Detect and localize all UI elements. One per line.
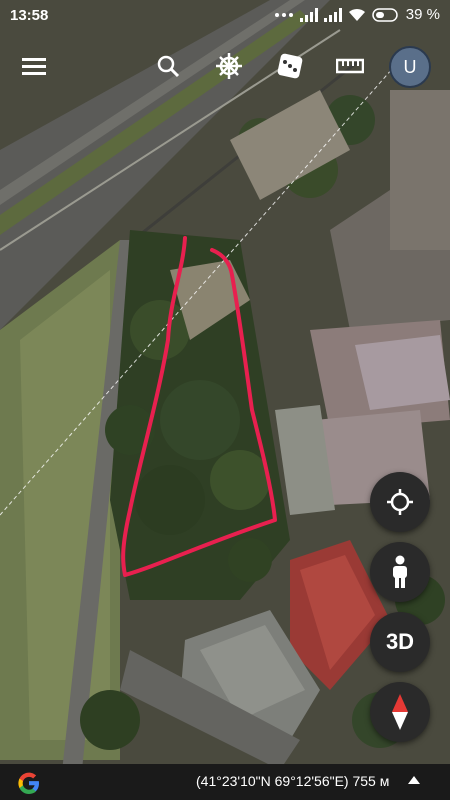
battery-icon [372, 7, 398, 22]
search-icon [157, 55, 180, 78]
feeling-lucky-button[interactable] [270, 46, 310, 86]
wifi-icon [348, 8, 365, 21]
street-view-button[interactable] [370, 542, 430, 602]
top-toolbar [0, 40, 450, 96]
signal-icon-2 [323, 7, 342, 22]
status-time: 13:58 [10, 7, 49, 24]
compass-icon [392, 694, 408, 730]
measure-button[interactable] [330, 46, 370, 86]
satellite-map[interactable] [0, 0, 450, 800]
google-logo-icon [18, 772, 39, 794]
search-button[interactable] [148, 46, 188, 86]
compass-button[interactable] [370, 682, 430, 742]
signal-icon [299, 7, 318, 22]
crosshair-icon [387, 489, 413, 515]
3d-toggle-button[interactable]: 3D [370, 612, 430, 672]
menu-icon [22, 58, 46, 75]
expand-arrow-icon[interactable] [408, 776, 420, 784]
pegman-icon [393, 555, 407, 588]
account-avatar[interactable]: U [389, 46, 431, 88]
menu-button[interactable] [14, 46, 54, 86]
status-bar: 13:58 39 % [0, 0, 450, 32]
dice-icon [277, 53, 303, 79]
bottom-info-bar: (41°23'10"N 69°12'56"E) 755 м [0, 764, 450, 800]
ruler-icon [336, 58, 364, 74]
status-indicators: 39 % [274, 6, 440, 23]
voyager-button[interactable] [209, 46, 249, 86]
notification-dots-icon [274, 12, 293, 17]
ship-wheel-icon [216, 53, 242, 79]
coordinates-readout: (41°23'10"N 69°12'56"E) 755 м [196, 773, 390, 789]
my-location-button[interactable] [370, 472, 430, 532]
battery-percent: 39 % [405, 6, 440, 23]
